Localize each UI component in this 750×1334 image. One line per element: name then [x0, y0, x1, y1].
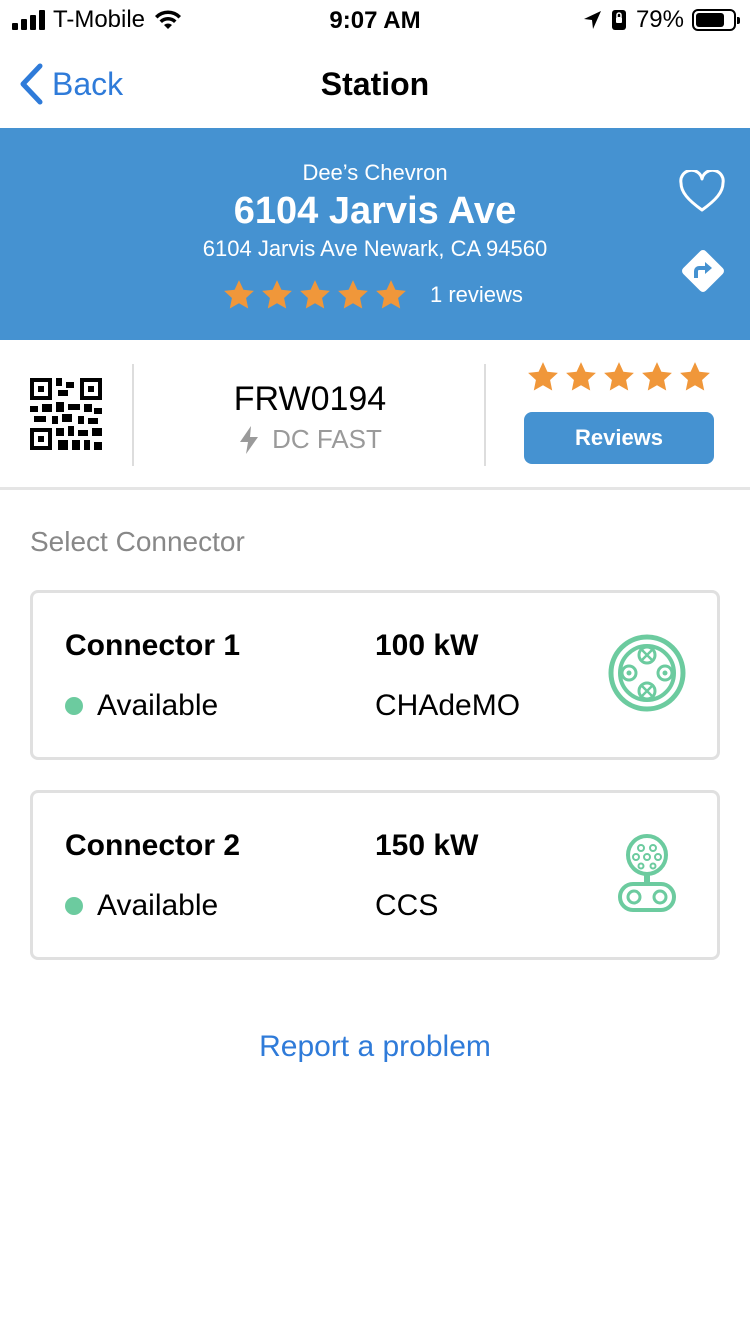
- star-icon: [338, 280, 368, 309]
- connector-name: Connector 1: [65, 629, 241, 662]
- charger-type-label: DC FAST: [272, 424, 382, 454]
- star-icon: [604, 362, 634, 391]
- available-dot-icon: [65, 697, 83, 715]
- directions-button[interactable]: [676, 244, 730, 303]
- heart-icon: [679, 168, 725, 212]
- reviews-button[interactable]: Reviews: [524, 412, 714, 464]
- lightning-bolt-icon: [240, 425, 259, 454]
- header-rating: 1 reviews: [222, 278, 523, 312]
- report-problem-link[interactable]: Report a problem: [0, 1030, 750, 1064]
- select-connector-label: Select Connector: [30, 526, 245, 557]
- star-icon: [224, 280, 254, 309]
- navigation-bar: Back Station: [0, 40, 750, 128]
- charger-type: DC FAST: [134, 424, 486, 455]
- divider: [484, 364, 486, 466]
- connector-status-label: Available: [97, 689, 219, 722]
- station-header: Dee’s Chevron 6104 Jarvis Ave 6104 Jarvi…: [0, 128, 750, 340]
- battery-percent: 79%: [635, 6, 684, 33]
- connector-status: Available: [65, 689, 218, 723]
- connector-type: CHAdeMO: [375, 689, 521, 722]
- directions-icon: [682, 250, 724, 292]
- star-icon: [566, 362, 596, 391]
- star-icon: [300, 280, 330, 309]
- review-star-rating: [526, 360, 716, 394]
- station-name: 6104 Jarvis Ave: [233, 190, 517, 232]
- station-address: 6104 Jarvis Ave Newark, CA 94560: [202, 236, 548, 261]
- connector-status: Available: [65, 889, 218, 923]
- ccs-connector-icon: [617, 833, 677, 922]
- station-info-row: FRW0194 DC FAST Reviews: [0, 340, 750, 490]
- station-id: FRW0194: [233, 380, 387, 418]
- status-bar: T-Mobile 9:07 AM 79%: [0, 0, 750, 40]
- connector-power: 150 kW: [375, 829, 479, 862]
- chademo-connector-icon: [607, 633, 687, 718]
- qr-code-icon: [30, 378, 102, 450]
- portrait-lock-icon: [611, 10, 626, 30]
- connector-card-2[interactable]: Connector 2 150 kW Available CCS: [30, 790, 720, 960]
- star-icon: [262, 280, 292, 309]
- station-brand: Dee’s Chevron: [302, 160, 448, 185]
- location-arrow-icon: [583, 11, 601, 29]
- star-icon: [642, 362, 672, 391]
- reviews-count: 1 reviews: [430, 282, 523, 307]
- connector-card-1[interactable]: Connector 1 100 kW Available CHAdeMO: [30, 590, 720, 760]
- qr-code-button[interactable]: [30, 378, 102, 455]
- star-icon: [680, 362, 710, 391]
- connector-power: 100 kW: [375, 629, 479, 662]
- header-star-rating: [222, 278, 412, 312]
- favorite-button[interactable]: [678, 168, 726, 219]
- star-icon: [528, 362, 558, 391]
- battery-icon: [692, 9, 740, 31]
- available-dot-icon: [65, 897, 83, 915]
- page-title: Station: [320, 66, 430, 102]
- connector-status-label: Available: [97, 889, 219, 922]
- connector-type: CCS: [375, 889, 439, 922]
- connector-name: Connector 2: [65, 829, 241, 862]
- battery-fill: [696, 13, 725, 27]
- status-right: 79%: [582, 6, 740, 34]
- star-icon: [376, 280, 406, 309]
